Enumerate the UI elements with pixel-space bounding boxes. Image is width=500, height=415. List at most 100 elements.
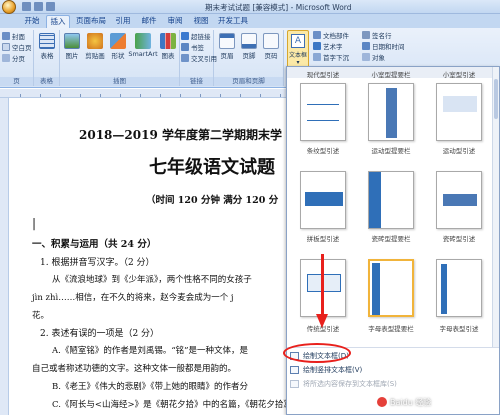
save-selection-to-gallery-menu-item: 将所选内容保存到文本框库(S) <box>287 378 493 390</box>
chart-icon <box>160 33 176 49</box>
question-1: 1. 根据拼音写汉字。（2 分） <box>40 258 155 268</box>
document-page[interactable]: 2018—2019 学年度第二学期期末学 七年级语文试题 （时间 120 分钟 … <box>12 100 290 415</box>
smartart-button[interactable]: SmartArt <box>128 33 158 58</box>
scrollbar-thumb[interactable] <box>494 79 498 119</box>
gallery-thumb-mod-sidebar[interactable] <box>368 83 414 141</box>
gallery-thumb-stripes-quote[interactable] <box>300 171 346 229</box>
tab-review[interactable]: 审阅 <box>164 15 186 28</box>
doc-subtitle: 七年级语文试题 <box>149 157 275 178</box>
header-footer-group-label: 页眉和页脚 <box>214 77 283 86</box>
gallery-caption: 小室型引述 <box>442 71 476 79</box>
clipart-button[interactable]: 剪贴画 <box>84 33 106 60</box>
cross-reference-button[interactable]: 交叉引用 <box>181 54 217 64</box>
bookmark-button[interactable]: 书签 <box>181 43 204 53</box>
pages-group-label: 页 <box>0 77 33 86</box>
text-cursor: | <box>32 216 37 230</box>
shapes-button[interactable]: 形状 <box>108 33 128 60</box>
annotation-arrow <box>321 254 324 316</box>
page-number-button[interactable]: 页码 <box>260 33 282 60</box>
drop-cap-button[interactable]: 首字下沉 <box>313 53 349 63</box>
redo-icon[interactable] <box>46 2 55 11</box>
links-group: 超链接 书签 交叉引用 链接 <box>180 30 217 86</box>
gallery-scrollbar[interactable] <box>492 67 499 347</box>
table-button[interactable]: 表格 <box>37 33 57 60</box>
save-to-gallery-icon <box>290 380 299 388</box>
save-icon[interactable] <box>22 2 31 11</box>
object-icon <box>362 53 370 61</box>
gallery-thumb-motion-quote[interactable] <box>436 171 482 229</box>
window-title: 期末考试试题 [兼容模式] - Microsoft Word <box>205 3 352 12</box>
table-group-label: 表格 <box>34 77 59 86</box>
footer-icon <box>241 33 257 49</box>
chevron-down-icon: ▾ <box>296 59 300 66</box>
gallery-caption: 条纹型引述 <box>306 147 340 155</box>
page-break-button[interactable]: 分页 <box>2 54 25 64</box>
cover-page-icon <box>2 32 10 40</box>
header-icon <box>219 33 235 49</box>
gallery-caption: 运动型引述 <box>442 147 476 155</box>
gallery-thumb-alphabet-sidebar[interactable] <box>368 259 414 317</box>
signature-line-button[interactable]: 签名行 <box>362 31 392 41</box>
chart-button[interactable]: 图表 <box>158 33 178 60</box>
tab-mailings[interactable]: 邮件 <box>138 15 160 28</box>
object-button[interactable]: 对象 <box>362 53 385 63</box>
gallery-thumb-motion-sidebar[interactable] <box>368 171 414 229</box>
undo-icon[interactable] <box>34 2 43 11</box>
cover-page-button[interactable]: 封面 <box>2 32 25 42</box>
picture-icon <box>64 33 80 49</box>
q1-text-line: 花。 <box>32 311 50 321</box>
blank-page-icon <box>2 43 10 51</box>
drop-cap-icon <box>313 53 321 61</box>
tab-home[interactable]: 开始 <box>20 15 44 28</box>
hyperlink-icon <box>181 32 189 40</box>
wordart-icon <box>313 42 321 50</box>
question-2: 2. 表述有误的一项是（2 分） <box>40 329 160 339</box>
annotation-arrow-head <box>316 314 328 328</box>
gallery-caption: 瓷砖型提要栏 <box>371 235 411 243</box>
bookmark-icon <box>181 43 189 51</box>
smartart-icon <box>135 33 151 49</box>
footer-button[interactable]: 页脚 <box>238 33 260 60</box>
pages-group: 封面 空白页 分页 页 <box>0 30 34 86</box>
wordart-button[interactable]: 艺术字 <box>313 42 343 52</box>
doc-time-info: （时间 120 分钟 满分 120 分 <box>146 195 279 206</box>
tab-insert[interactable]: 插入 <box>46 15 70 28</box>
tab-developer[interactable]: 开发工具 <box>216 15 250 28</box>
quick-parts-icon <box>313 31 321 39</box>
tab-view[interactable]: 视图 <box>190 15 212 28</box>
q2-option-b: B.《老王》《伟大的悲剧》《带上她的眼睛》的作者分 <box>52 382 248 392</box>
picture-button[interactable]: 图片 <box>62 33 82 60</box>
table-icon <box>39 33 55 49</box>
tab-page-layout[interactable]: 页面布局 <box>74 15 108 28</box>
tab-references[interactable]: 引用 <box>112 15 134 28</box>
clipart-icon <box>87 33 103 49</box>
q2-option-a: A.《陋室铭》的作者是刘禹锡。“铭”是一种文体，是 <box>52 346 249 356</box>
quick-access-toolbar <box>22 2 55 11</box>
page-break-icon <box>2 54 10 62</box>
hyperlink-button[interactable]: 超链接 <box>181 32 211 42</box>
horizontal-ruler[interactable] <box>0 89 290 98</box>
doc-title: 2018—2019 学年度第二学期期末学 <box>79 128 282 142</box>
annotation-ellipse <box>283 343 351 363</box>
table-group: 表格 表格 <box>34 30 60 86</box>
ribbon-tabs: 开始 插入 页面布局 引用 邮件 审阅 视图 开发工具 <box>0 14 500 28</box>
gallery-thumb-alphabet-quote[interactable] <box>436 259 482 317</box>
illustrations-group: 图片 剪贴画 形状 SmartArt 图表 插图 <box>60 30 180 86</box>
office-button[interactable] <box>2 0 16 14</box>
textbox-icon: A <box>291 34 305 48</box>
date-time-button[interactable]: 日期和时间 <box>362 42 405 52</box>
q2-option-c: C.《阿长与<山海经>》是《朝花夕拾》中的名篇，《朝花夕拾》是鲁迅回忆童年、 <box>52 400 290 410</box>
cross-reference-icon <box>181 54 189 62</box>
page-number-icon <box>263 33 279 49</box>
links-group-label: 链接 <box>180 77 213 86</box>
draw-vertical-textbox-menu-item[interactable]: 绘制竖排文本框(V) <box>287 364 493 376</box>
gallery-caption: 小室型提要栏 <box>371 71 411 79</box>
blank-page-button[interactable]: 空白页 <box>2 43 32 53</box>
gallery-thumb-mod-quote[interactable] <box>436 83 482 141</box>
q1-text-line: jìn zhì……相信，在不久的将来，赵今麦会成为一个 j <box>32 293 234 303</box>
gallery-caption: 瓷砖型引述 <box>442 235 476 243</box>
header-button[interactable]: 页眉 <box>216 33 238 60</box>
quick-parts-button[interactable]: 文档部件 <box>313 31 349 41</box>
gallery-thumb-modern-quote[interactable] <box>300 83 346 141</box>
vertical-ruler[interactable] <box>0 98 9 415</box>
